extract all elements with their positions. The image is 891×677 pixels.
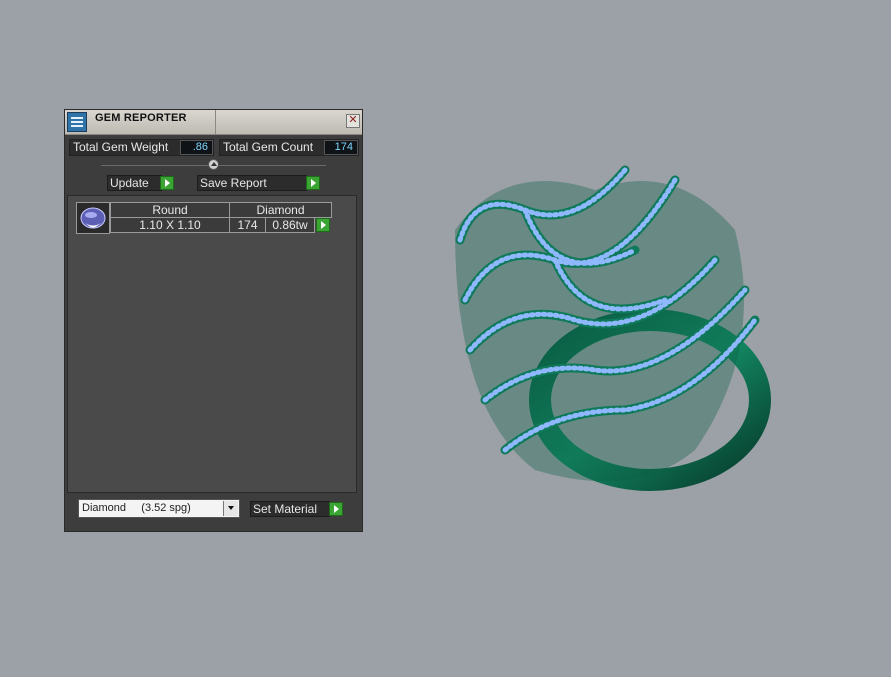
window-title: GEM REPORTER <box>95 112 187 124</box>
set-material-label: Set Material <box>253 502 318 516</box>
total-gem-weight-value: .86 <box>180 140 213 155</box>
chevron-down-icon[interactable] <box>223 501 238 516</box>
save-report-button[interactable]: Save Report <box>197 175 307 191</box>
gem-weight-cell: 0.86tw <box>265 217 315 233</box>
set-material-button[interactable]: Set Material <box>250 501 330 517</box>
total-gem-count-value: 174 <box>324 140 358 155</box>
total-gem-weight-label: Total Gem Weight <box>73 140 169 154</box>
gem-thumbnail[interactable] <box>76 202 110 234</box>
gem-list: Round Diamond 1.10 X 1.10 174 0.86tw <box>67 195 357 493</box>
save-report-label: Save Report <box>200 176 267 190</box>
table-header-material: Diamond <box>229 202 332 218</box>
close-button[interactable]: ✕ <box>346 114 360 128</box>
update-button[interactable]: Update <box>107 175 162 191</box>
report-icon <box>67 112 87 132</box>
gem-row-go-icon[interactable] <box>316 218 330 232</box>
ring-3d-view[interactable] <box>435 150 775 510</box>
update-label: Update <box>110 176 149 190</box>
slider-handle[interactable] <box>208 159 219 170</box>
update-go-icon[interactable] <box>160 176 174 190</box>
table-header-shape: Round <box>110 202 230 218</box>
material-dropdown[interactable]: Diamond (3.52 spg) <box>78 499 240 518</box>
title-bar[interactable]: GEM REPORTER ✕ <box>65 110 362 135</box>
gem-count-cell: 174 <box>229 217 266 233</box>
set-material-go-icon[interactable] <box>329 502 343 516</box>
material-selected: Diamond (3.52 spg) <box>82 502 191 514</box>
gem-reporter-panel: GEM REPORTER ✕ Total Gem Weight .86 Tota… <box>64 109 363 532</box>
save-report-go-icon[interactable] <box>306 176 320 190</box>
title-divider <box>215 110 216 134</box>
total-gem-count-label: Total Gem Count <box>223 140 314 154</box>
gem-size-cell: 1.10 X 1.10 <box>110 217 230 233</box>
close-icon: ✕ <box>348 114 358 126</box>
